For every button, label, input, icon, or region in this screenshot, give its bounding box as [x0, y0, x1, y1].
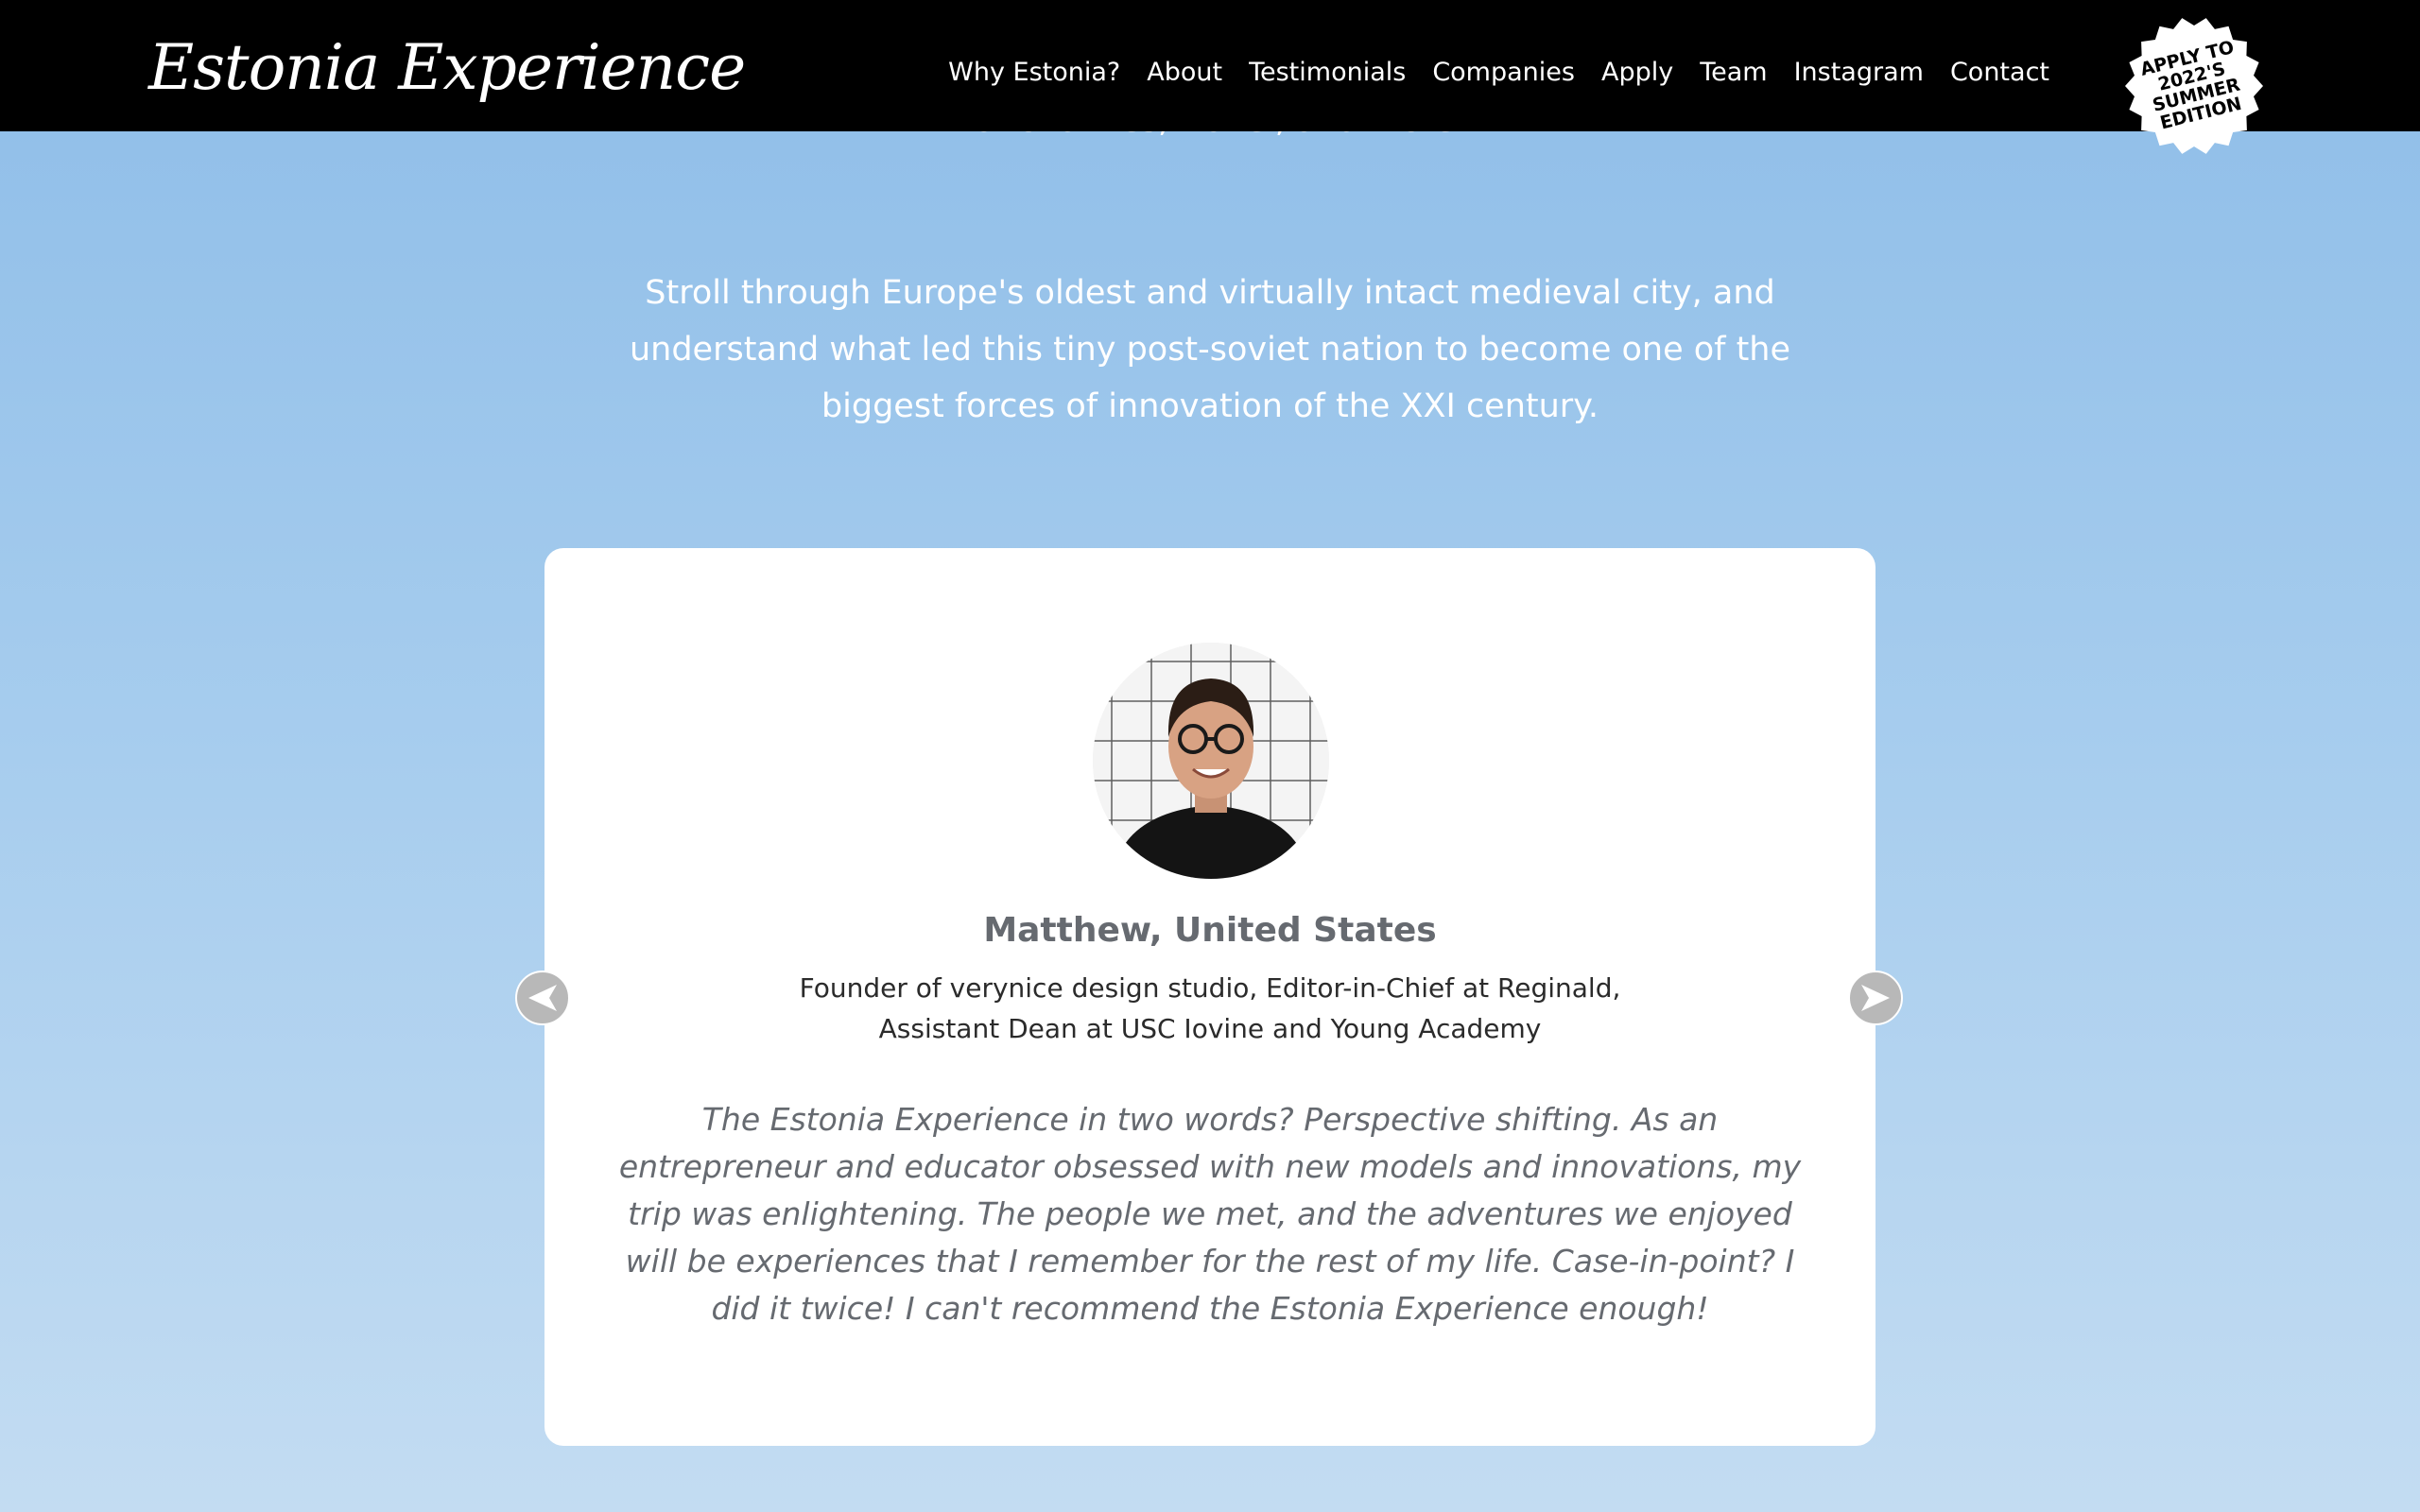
avatar — [1093, 643, 1329, 879]
arrow-right-icon — [1861, 985, 1890, 1011]
person-photo-icon — [1093, 643, 1329, 879]
testimonial-role: Founder of verynice design studio, Edito… — [799, 972, 1621, 1044]
testimonial-card: Matthew, United States Founder of veryni… — [544, 548, 1876, 1446]
nav-link-testimonials[interactable]: Testimonials — [1249, 58, 1406, 87]
testimonial-name: Matthew, United States — [983, 911, 1437, 950]
nav-link-instagram[interactable]: Instagram — [1794, 58, 1924, 87]
apply-badge[interactable]: APPLY TO 2022'S SUMMER EDITION — [2123, 15, 2265, 157]
nav-link-contact[interactable]: Contact — [1950, 58, 2049, 87]
top-navigation: Estonia Experience Why Estonia? About Te… — [0, 0, 2420, 154]
nav-link-about[interactable]: About — [1147, 58, 1222, 87]
main-menu: Why Estonia? About Testimonials Companie… — [948, 38, 2049, 106]
brand-logo[interactable]: Estonia Experience — [148, 15, 746, 119]
carousel-prev-button[interactable] — [515, 971, 570, 1025]
testimonial-quote: The Estonia Experience in two words? Per… — [618, 1101, 1802, 1327]
nav-link-why-estonia[interactable]: Why Estonia? — [948, 58, 1120, 87]
nav-link-apply[interactable]: Apply — [1601, 58, 1673, 87]
nav-link-companies[interactable]: Companies — [1432, 58, 1575, 87]
intro-paragraph-2: Stroll through Europe's oldest and virtu… — [629, 274, 1791, 425]
apply-badge-label: APPLY TO 2022'S SUMMER EDITION — [2137, 36, 2244, 134]
nav-link-team[interactable]: Team — [1700, 58, 1767, 87]
arrow-left-icon — [528, 985, 557, 1011]
carousel-next-button[interactable] — [1848, 971, 1903, 1025]
